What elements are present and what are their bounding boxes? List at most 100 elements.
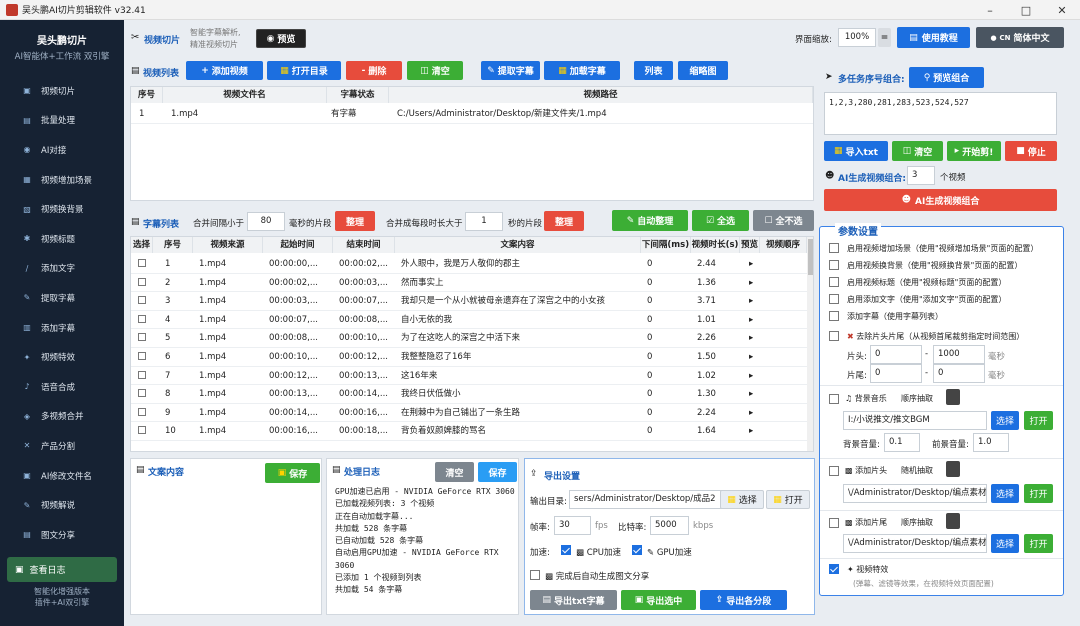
sidebar-item-1[interactable]: ▤ 批量处理 xyxy=(0,106,124,136)
start-button[interactable]: ▸ 开始剪! xyxy=(947,141,1001,161)
sidebar-item-7[interactable]: ✎ 提取字幕 xyxy=(0,283,124,313)
sidebar-item-11[interactable]: ◈ 多视频合并 xyxy=(0,402,124,432)
opt-title-checkbox[interactable] xyxy=(829,277,839,287)
preview-play-icon[interactable]: ▸ xyxy=(745,274,753,292)
head-from-input[interactable]: 0 xyxy=(870,345,922,364)
save-copy-button[interactable]: ▣ 保存 xyxy=(265,463,320,483)
row-select-checkbox[interactable] xyxy=(138,277,146,286)
ai-generate-button[interactable]: ☻ AI生成视频组合 xyxy=(824,189,1057,211)
effects-checkbox[interactable] xyxy=(829,564,839,574)
head-clip-path-input[interactable]: \/Administrator/Desktop/编点素材 xyxy=(843,484,987,503)
export-each-button[interactable]: ⇪ 导出各分段 xyxy=(700,590,787,610)
open-output-button[interactable]: ▦ 打开 xyxy=(766,490,810,509)
head-to-input[interactable]: 1000 xyxy=(933,345,985,364)
sidebar-item-13[interactable]: ▣ AI修改文件名 xyxy=(0,461,124,491)
tidy-gap-button[interactable]: 整理 xyxy=(335,211,375,231)
zoom-toggle[interactable]: = xyxy=(878,28,891,47)
close-button[interactable]: ✕ xyxy=(1044,0,1080,20)
sidebar-item-12[interactable]: ✕ 产品分割 xyxy=(0,431,124,461)
subtitle-row[interactable]: 1 1.mp4 00:00:00,... 00:00:02,... 外人眼中，我是万人敬… xyxy=(131,255,807,274)
preview-play-icon[interactable]: ▸ xyxy=(745,311,753,329)
minimize-button[interactable]: – xyxy=(972,0,1008,20)
subtitle-scrollbar[interactable] xyxy=(807,237,813,451)
sidebar-item-3[interactable]: ▦ 视频增加场景 xyxy=(0,165,124,195)
subtitle-row[interactable]: 9 1.mp4 00:00:14,... 00:00:16,... 在荆棘中为自己铺出了… xyxy=(131,404,807,423)
sidebar-item-10[interactable]: ♪ 语音合成 xyxy=(0,372,124,402)
opt-text-checkbox[interactable] xyxy=(829,294,839,304)
clear-combo-button[interactable]: ◫ 清空 xyxy=(892,141,943,161)
subtitle-cell-text[interactable]: 背负着奴颜婢膝的骂名 xyxy=(397,422,641,440)
sidebar-item-8[interactable]: ▥ 添加字幕 xyxy=(0,313,124,343)
tail-clip-path-input[interactable]: \/Administrator/Desktop/编点素材 xyxy=(843,534,987,553)
preview-play-icon[interactable]: ▸ xyxy=(745,367,753,385)
zoom-value[interactable]: 100% xyxy=(838,28,876,47)
preview-play-icon[interactable]: ▸ xyxy=(745,292,753,310)
subtitle-scroll-thumb[interactable] xyxy=(808,239,813,275)
sidebar-item-5[interactable]: ✱ 视频标题 xyxy=(0,224,124,254)
subtitle-row[interactable]: 4 1.mp4 00:00:07,... 00:00:08,... 自小无依的我 0 1.0… xyxy=(131,311,807,330)
row-select-checkbox[interactable] xyxy=(138,333,146,342)
sidebar-item-14[interactable]: ✎ 视频解说 xyxy=(0,490,124,520)
opt-scene-checkbox[interactable] xyxy=(829,243,839,253)
subtitle-cell-text[interactable]: 我终日伏低做小 xyxy=(397,385,641,403)
clear-log-button[interactable]: 清空 xyxy=(435,462,474,482)
head-clip-checkbox[interactable] xyxy=(829,466,839,476)
tail-clip-open-button[interactable]: 打开 xyxy=(1024,534,1053,553)
row-select-checkbox[interactable] xyxy=(138,296,146,305)
head-clip-mode[interactable]: 随机抽取 xyxy=(901,465,933,476)
cpu-accel-checkbox[interactable] xyxy=(561,545,571,555)
thumbnail-view-button[interactable]: 缩略图 xyxy=(678,61,728,80)
tutorial-button[interactable]: ▤ 使用教程 xyxy=(897,27,970,48)
gpu-accel-checkbox[interactable] xyxy=(632,545,642,555)
choose-output-button[interactable]: ▦ 选择 xyxy=(720,490,764,509)
sidebar-item-15[interactable]: ▤ 图文分享 xyxy=(0,520,124,550)
view-log-button[interactable]: ▣ 查看日志 xyxy=(7,557,117,582)
bgm-choose-button[interactable]: 选择 xyxy=(991,411,1019,430)
combo-textarea[interactable]: 1,2,3,280,281,283,523,524,527 xyxy=(824,92,1057,135)
load-subs-button[interactable]: ▦ 加载字幕 xyxy=(544,61,620,80)
subtitle-cell-text[interactable]: 在荆棘中为自己铺出了一条生路 xyxy=(397,404,641,422)
row-select-checkbox[interactable] xyxy=(138,352,146,360)
ai-count-input[interactable]: 3 xyxy=(907,166,935,185)
subtitle-cell-text[interactable]: 我整整隐忍了16年 xyxy=(397,348,641,366)
subtitle-row[interactable]: 3 1.mp4 00:00:03,... 00:00:07,... 我却只是一个从小就被… xyxy=(131,292,807,311)
fps-input[interactable]: 30 xyxy=(554,516,591,535)
output-dir-input[interactable]: sers/Administrator/Desktop/成品2 xyxy=(569,490,739,509)
subtitle-cell-text[interactable]: 外人眼中，我是万人敬仰的郡主 xyxy=(397,255,641,273)
row-select-checkbox[interactable] xyxy=(138,370,146,379)
sidebar-item-0[interactable]: ▣ 视频切片 xyxy=(0,76,124,106)
row-select-checkbox[interactable] xyxy=(138,389,146,398)
export-selected-button[interactable]: ▣ 导出选中 xyxy=(621,590,696,610)
subtitle-row[interactable]: 10 1.mp4 00:00:16,... 00:00:18,... 背负着奴颜婢膝的骂… xyxy=(131,422,807,441)
preview-play-icon[interactable]: ▸ xyxy=(745,385,753,403)
preview-play-icon[interactable]: ▸ xyxy=(745,255,753,273)
head-clip-choose-button[interactable]: 选择 xyxy=(991,484,1019,503)
sidebar-item-6[interactable]: ∕ 添加文字 xyxy=(0,254,124,284)
opt-subtitle-checkbox[interactable] xyxy=(829,311,839,321)
tail-from-input[interactable]: 0 xyxy=(870,364,922,383)
merge-gap-input[interactable]: 80 xyxy=(247,212,285,231)
bgm-mode-toggle[interactable] xyxy=(946,389,960,405)
merge-dur-input[interactable]: 1 xyxy=(465,212,503,231)
auto-tidy-button[interactable]: ✎ 自动整理 xyxy=(612,210,688,231)
preview-button[interactable]: ◉ 预览 xyxy=(256,29,306,48)
tail-clip-checkbox[interactable] xyxy=(829,518,839,528)
language-button[interactable]: ● CN 简体中文 xyxy=(976,27,1064,48)
open-dir-button[interactable]: ▦ 打开目录 xyxy=(267,61,341,80)
preview-play-icon[interactable]: ▸ xyxy=(745,422,753,440)
subtitle-row[interactable]: 2 1.mp4 00:00:02,... 00:00:03,... 然而事实上 0 1.36… xyxy=(131,274,807,293)
row-select-checkbox[interactable] xyxy=(138,426,146,435)
subtitle-row[interactable]: 8 1.mp4 00:00:13,... 00:00:14,... 我终日伏低做小 0 1.… xyxy=(131,385,807,404)
preview-play-icon[interactable]: ▸ xyxy=(745,329,753,347)
row-select-checkbox[interactable] xyxy=(138,259,146,267)
export-txt-button[interactable]: ▤ 导出txt字幕 xyxy=(530,590,617,610)
tail-clip-choose-button[interactable]: 选择 xyxy=(991,534,1019,553)
preview-combo-button[interactable]: ⚲ 预览组合 xyxy=(909,67,984,88)
head-clip-toggle[interactable] xyxy=(946,461,960,477)
delete-button[interactable]: - 删除 xyxy=(346,61,402,80)
select-all-button[interactable]: ☑ 全选 xyxy=(692,210,749,231)
subtitle-cell-text[interactable]: 这16年来 xyxy=(397,367,641,385)
stop-button[interactable]: ■ 停止 xyxy=(1005,141,1057,161)
preview-play-icon[interactable]: ▸ xyxy=(745,404,753,422)
list-view-button[interactable]: 列表 xyxy=(634,61,673,80)
